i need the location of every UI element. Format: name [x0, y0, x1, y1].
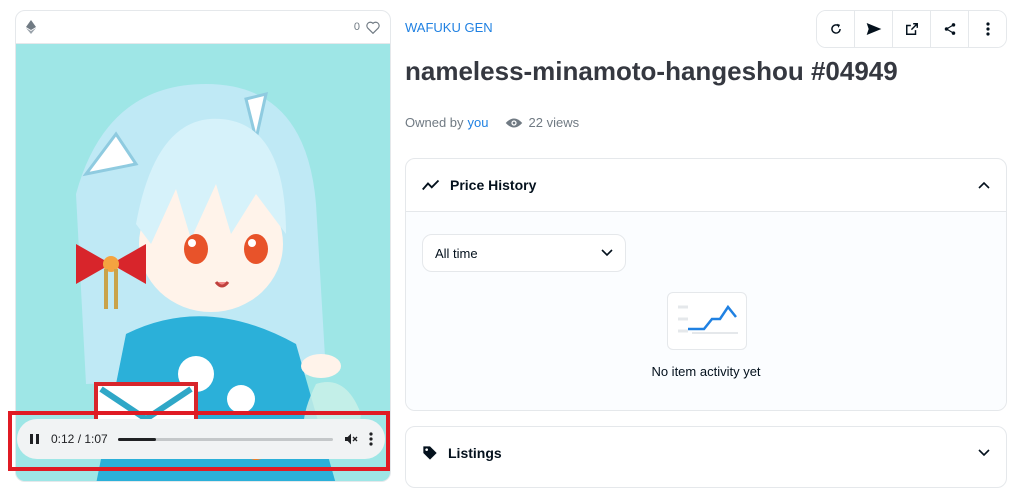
progress-fill — [117, 437, 157, 441]
share-button[interactable] — [931, 11, 969, 47]
item-meta: Owned by you 22 views — [405, 115, 579, 130]
ethereum-icon — [26, 20, 36, 34]
refresh-icon — [829, 22, 843, 36]
tag-icon — [422, 445, 438, 461]
time-range-select[interactable]: All time — [422, 234, 626, 272]
chevron-up-icon[interactable] — [978, 181, 990, 189]
share-icon — [943, 22, 957, 36]
listings-header[interactable]: Listings — [406, 427, 1006, 479]
owned-by-label: Owned by — [405, 115, 464, 130]
item-title: nameless-minamoto-hangeshou #04949 — [405, 56, 898, 86]
item-toolbar — [816, 10, 1007, 48]
open-external-button[interactable] — [893, 11, 931, 47]
listings-panel: Listings — [405, 426, 1007, 488]
transfer-button[interactable] — [855, 11, 893, 47]
chevron-down-icon — [601, 249, 613, 257]
empty-chart-icon — [667, 292, 747, 350]
more-options-icon[interactable] — [369, 432, 373, 446]
progress-bar[interactable] — [117, 437, 333, 441]
send-icon — [866, 22, 882, 36]
mute-icon[interactable] — [343, 431, 359, 447]
owner-link[interactable]: you — [468, 115, 489, 130]
card-header: 0 — [16, 11, 390, 44]
trend-icon — [422, 179, 440, 191]
time-range-value: All time — [435, 245, 478, 261]
views-count: 22 views — [505, 115, 580, 130]
favorite-count: 0 — [353, 21, 360, 33]
price-history-header[interactable]: Price History — [406, 159, 1006, 211]
collection-link[interactable]: WAFUKU GEN — [405, 20, 493, 35]
item-details: WAFUKU GEN nameless-minamoto-hangeshou #… — [405, 0, 1007, 488]
more-icon — [985, 22, 990, 36]
chevron-down-icon[interactable] — [978, 449, 990, 457]
external-link-icon — [905, 22, 919, 36]
price-history-title: Price History — [450, 177, 537, 193]
listings-title: Listings — [448, 445, 502, 461]
price-history-body: All time No item activity yet — [406, 211, 1006, 410]
eye-icon — [505, 117, 523, 129]
heart-icon[interactable] — [366, 21, 380, 34]
refresh-button[interactable] — [817, 11, 855, 47]
favorite-control[interactable]: 0 — [354, 21, 380, 34]
views-label: 22 views — [528, 115, 580, 130]
more-button[interactable] — [969, 11, 1006, 47]
audio-player[interactable]: 0:12 / 1:07 — [17, 419, 385, 459]
price-history-panel: Price History All time No item activity … — [405, 158, 1007, 411]
empty-activity-text: No item activity yet — [651, 364, 761, 379]
playback-time: 0:12 / 1:07 — [51, 432, 108, 446]
pause-icon[interactable] — [29, 433, 41, 445]
